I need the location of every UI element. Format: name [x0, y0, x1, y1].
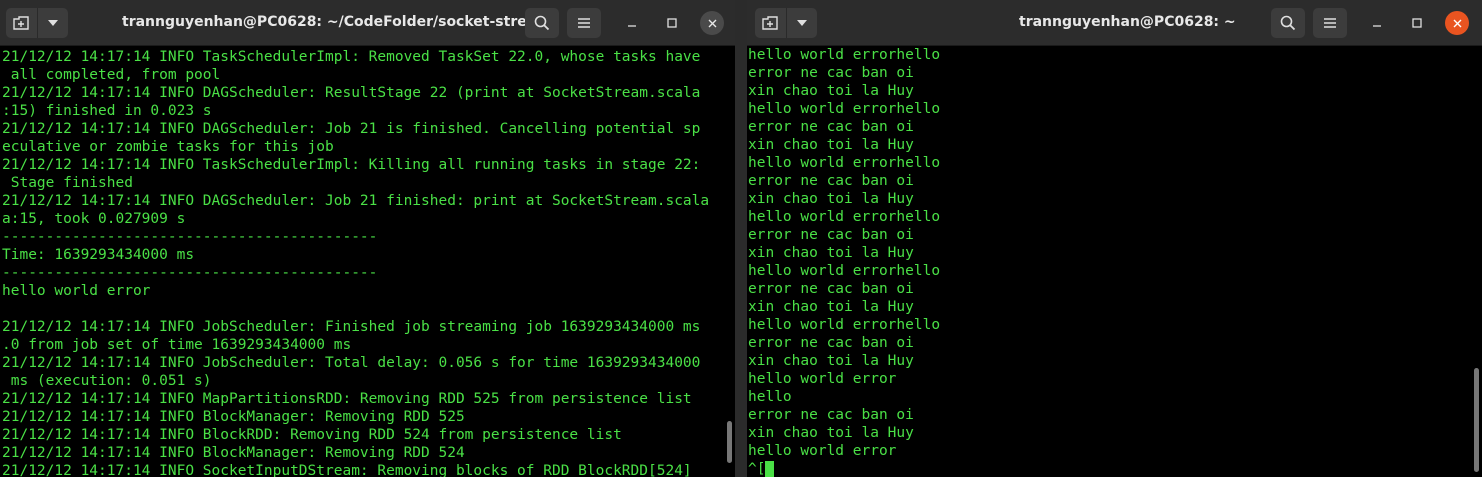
minimize-button[interactable]: [620, 11, 644, 35]
terminal-cursor: [765, 460, 775, 477]
terminal-line: 21/12/12 14:17:14 INFO DAGScheduler: Res…: [2, 85, 701, 101]
terminal-line: xin chao toi la Huy: [748, 425, 914, 441]
terminal-line: hello world error: [748, 443, 897, 459]
terminal-line: error ne cac ban oi: [748, 407, 914, 423]
terminal-window-left: trannguyenhan@PC0628: ~/CodeFolder/socke…: [0, 0, 735, 477]
new-tab-icon: [13, 16, 29, 30]
terminal-line: .0 from job set of time 1639293434000 ms: [2, 337, 352, 353]
terminal-lines: 21/12/12 14:17:14 INFO TaskSchedulerImpl…: [2, 48, 709, 477]
terminal-line: hello world errorhello: [748, 209, 941, 225]
terminal-line: error ne cac ban oi: [748, 281, 914, 297]
chevron-down-icon: [47, 20, 58, 26]
terminal-line: 21/12/12 14:17:14 INFO MapPartitionsRDD:…: [2, 391, 692, 407]
maximize-button[interactable]: [660, 11, 684, 35]
terminal-line: a:15, took 0.027909 s: [2, 211, 186, 227]
terminal-line: error ne cac ban oi: [748, 65, 914, 81]
menu-button[interactable]: [567, 8, 601, 38]
close-button[interactable]: [1445, 11, 1469, 35]
terminal-line: hello world errorhello: [748, 47, 941, 63]
terminal-line: ----------------------------------------…: [2, 265, 378, 281]
terminal-line: error ne cac ban oi: [748, 335, 914, 351]
terminal-line: 21/12/12 14:17:14 INFO DAGScheduler: Job…: [2, 121, 701, 137]
close-icon: [1453, 19, 1461, 27]
maximize-icon: [667, 18, 677, 28]
maximize-icon: [1412, 18, 1422, 28]
terminal-line: 21/12/12 14:17:14 INFO BlockRDD: Removin…: [2, 427, 622, 443]
terminal-line: error ne cac ban oi: [748, 119, 914, 135]
chevron-down-icon: [796, 20, 807, 26]
close-icon: [708, 19, 716, 27]
titlebar[interactable]: trannguyenhan@PC0628: ~: [747, 0, 1482, 46]
terminal-line: 21/12/12 14:17:14 INFO TaskSchedulerImpl…: [2, 157, 701, 173]
terminal-line: xin chao toi la Huy: [748, 83, 914, 99]
terminal-line: xin chao toi la Huy: [748, 137, 914, 153]
terminal-line: 21/12/12 14:17:14 INFO SocketInputDStrea…: [2, 463, 692, 477]
prompt-text: ^[: [748, 461, 766, 477]
new-tab-button-group[interactable]: [755, 8, 817, 38]
search-icon: [534, 15, 550, 31]
terminal-line: error ne cac ban oi: [748, 173, 914, 189]
minimize-icon: [628, 25, 636, 27]
terminal-window-right: trannguyenhan@PC0628: ~ hello world erro…: [747, 0, 1482, 477]
search-button[interactable]: [525, 8, 559, 38]
terminal-line: xin chao toi la Huy: [748, 191, 914, 207]
terminal-line: 21/12/12 14:17:14 INFO JobScheduler: Tot…: [2, 355, 701, 371]
scrollbar[interactable]: [727, 421, 732, 463]
terminal-output[interactable]: hello world errorhello error ne cac ban o…: [747, 45, 1482, 477]
terminal-line: 21/12/12 14:17:14 INFO TaskSchedulerImpl…: [2, 49, 701, 65]
terminal-line: hello world errorhello: [748, 155, 941, 171]
window-title: trannguyenhan@PC0628: ~/CodeFolder/socke…: [122, 14, 551, 30]
terminal-line: ----------------------------------------…: [2, 229, 378, 245]
terminal-line: hello world errorhello: [748, 317, 941, 333]
terminal-line: hello world error: [748, 371, 897, 387]
prompt-line[interactable]: ^[: [748, 460, 940, 477]
terminal-line: hello world error: [2, 283, 151, 299]
search-button[interactable]: [1271, 8, 1305, 38]
new-tab-icon: [762, 16, 778, 30]
close-button[interactable]: [700, 11, 724, 35]
terminal-line: hello: [748, 389, 792, 405]
terminal-line: :15) finished in 0.023 s: [2, 103, 212, 119]
terminal-line: 21/12/12 14:17:14 INFO DAGScheduler: Job…: [2, 193, 710, 209]
search-icon: [1280, 15, 1296, 31]
hamburger-menu-icon: [1324, 18, 1336, 28]
terminal-line: 21/12/12 14:17:14 INFO BlockManager: Rem…: [2, 445, 465, 461]
terminal-line: Stage finished: [2, 175, 133, 191]
terminal-line: Time: 1639293434000 ms: [2, 247, 195, 263]
new-tab-button[interactable]: [755, 8, 786, 38]
titlebar[interactable]: trannguyenhan@PC0628: ~/CodeFolder/socke…: [0, 0, 735, 46]
new-tab-button[interactable]: [6, 8, 37, 38]
terminal-line: ms (execution: 0.051 s): [2, 373, 212, 389]
terminal-line: hello world errorhello: [748, 101, 941, 117]
terminal-line: xin chao toi la Huy: [748, 299, 914, 315]
minimize-icon: [1373, 25, 1381, 27]
menu-button[interactable]: [1313, 8, 1347, 38]
terminal-lines: hello world errorhello error ne cac ban o…: [748, 46, 940, 477]
terminal-line: xin chao toi la Huy: [748, 353, 914, 369]
hamburger-menu-icon: [578, 18, 590, 28]
scrollbar[interactable]: [1474, 368, 1479, 472]
tab-dropdown-button[interactable]: [787, 8, 818, 38]
terminal-line: 21/12/12 14:17:14 INFO JobScheduler: Fin…: [2, 319, 701, 335]
new-tab-button-group[interactable]: [6, 8, 68, 38]
maximize-button[interactable]: [1405, 11, 1429, 35]
terminal-line: error ne cac ban oi: [748, 227, 914, 243]
terminal-line: 21/12/12 14:17:14 INFO BlockManager: Rem…: [2, 409, 465, 425]
tab-dropdown-button[interactable]: [38, 8, 69, 38]
terminal-line: xin chao toi la Huy: [748, 245, 914, 261]
terminal-line: hello world errorhello: [748, 263, 941, 279]
minimize-button[interactable]: [1365, 11, 1389, 35]
terminal-line: eculative or zombie tasks for this job: [2, 139, 334, 155]
terminal-output[interactable]: 21/12/12 14:17:14 INFO TaskSchedulerImpl…: [0, 45, 735, 477]
window-title: trannguyenhan@PC0628: ~: [1019, 14, 1236, 30]
terminal-line: all completed, from pool: [2, 67, 221, 83]
